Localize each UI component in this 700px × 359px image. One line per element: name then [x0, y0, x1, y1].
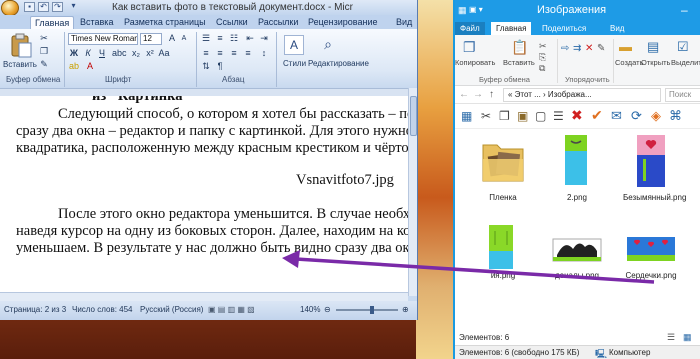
annotation-arrow: [282, 250, 655, 284]
